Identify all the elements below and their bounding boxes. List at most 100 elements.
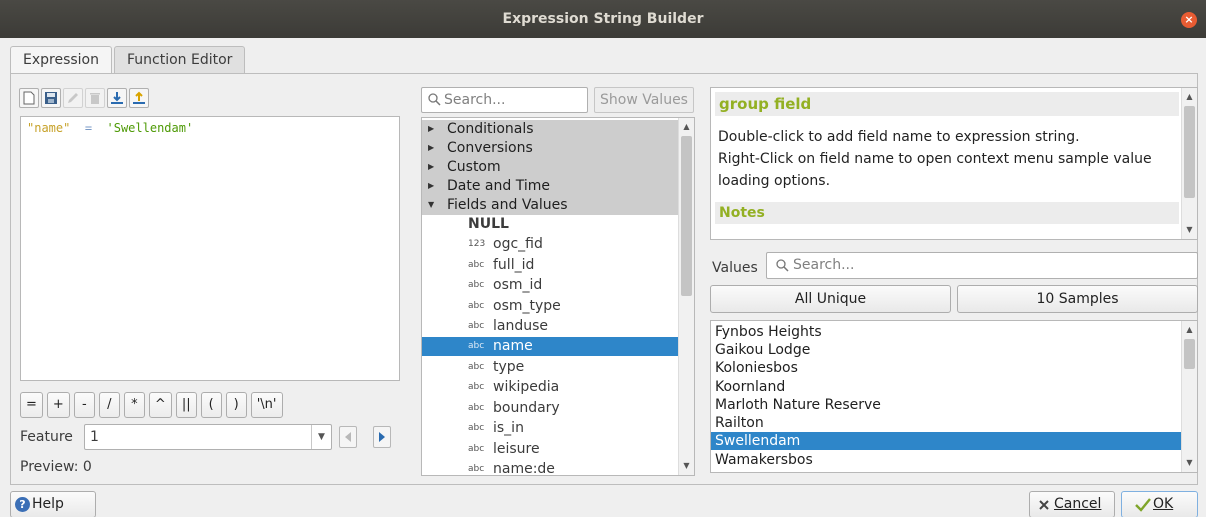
expand-icon[interactable]: ▶ [428,120,434,138]
help-text: Double-click to add field name to expres… [718,129,1152,189]
expand-icon[interactable]: ▶ [428,158,434,176]
function-search-input[interactable]: Search... [421,87,588,113]
list-item[interactable]: Railton [711,414,1183,432]
operator-buttons: = + - / * ^ || ( ) '\n' [20,392,283,418]
ten-samples-button[interactable]: 10 Samples [957,285,1198,313]
scroll-up-icon[interactable]: ▲ [1182,90,1197,104]
tree-group-conditionals[interactable]: ▶ Conditionals [422,120,680,139]
previous-feature-button[interactable] [339,426,357,448]
scroll-down-icon[interactable]: ▼ [1182,223,1197,237]
checkmark-icon [1135,497,1151,512]
help-notes-heading: Notes [715,202,1179,224]
tree-item-field[interactable]: abc osm_id [422,276,680,295]
tree-item-field-selected[interactable]: abc name [422,337,680,356]
list-item[interactable]: Marloth Nature Reserve [711,396,1183,414]
list-item[interactable]: Koornland [711,378,1183,396]
editor-string-token: 'Swellendam' [106,121,194,135]
operator-multiply-button[interactable]: * [123,392,145,418]
help-scrollbar[interactable]: ▲ ▼ [1181,88,1197,239]
arrow-right-icon [379,432,385,442]
preview-value: 0 [82,459,92,475]
tree-item-null[interactable]: NULL [422,215,680,234]
tree-item-field[interactable]: abc osm_type [422,297,680,316]
feature-value: 1 [90,429,99,445]
list-item[interactable]: Fynbos Heights [711,323,1183,341]
operator-minus-button[interactable]: - [73,392,95,418]
function-tree: ▶ Conditionals ▶ Conversions ▶ Custom ▶ Date… [421,117,695,476]
feature-combo[interactable]: 1 ▼ [84,424,332,450]
window-title: Expression String Builder [502,11,704,27]
operator-concat-button[interactable]: || [175,392,197,418]
tree-group-date-and-time[interactable]: ▶ Date and Time [422,177,680,196]
help-title: group field [715,92,1179,116]
operator-newline-button[interactable]: '\n' [250,392,283,418]
feature-label: Feature [20,429,73,445]
scroll-thumb[interactable] [1184,106,1195,198]
tree-item-field[interactable]: abc is_in [422,419,680,438]
scroll-up-icon[interactable]: ▲ [679,120,694,134]
tree-item-field[interactable]: abc landuse [422,317,680,336]
list-item[interactable]: Wamakersbos [711,451,1183,469]
values-search-placeholder: Search... [793,257,855,273]
editor-field-token: "name" [27,121,71,135]
tree-item-field[interactable]: abc full_id [422,256,680,275]
values-search-input[interactable]: Search... [766,252,1198,279]
chevron-down-icon[interactable]: ▼ [311,425,331,449]
close-icon [1039,499,1049,510]
tree-item-field[interactable]: abc wikipedia [422,378,680,397]
new-file-icon[interactable] [19,88,39,108]
close-button[interactable]: × [1181,12,1197,28]
tree-item-field[interactable]: abc leisure [422,440,680,459]
arrow-left-icon [345,432,351,442]
ok-button-label: OK [1153,496,1174,512]
tree-item-field[interactable]: abc name:de [422,460,680,475]
import-icon[interactable] [107,88,127,108]
operator-equals-button[interactable]: = [20,392,43,418]
list-item-selected[interactable]: Swellendam [711,432,1183,450]
search-icon [776,259,789,272]
values-scrollbar[interactable]: ▲ ▼ [1181,321,1197,472]
help-button[interactable]: ? Help [10,491,96,517]
show-values-button[interactable]: Show Values [594,87,694,113]
tab-function-editor[interactable]: Function Editor [114,46,246,74]
operator-plus-button[interactable]: + [46,392,70,418]
list-item[interactable]: Koloniesbos [711,359,1183,377]
operator-close-paren-button[interactable]: ) [225,392,247,418]
expression-toolbar [19,88,149,108]
next-feature-button[interactable] [373,426,391,448]
tree-group-fields-and-values[interactable]: ▼ Fields and Values [422,196,680,215]
function-tree-scrollbar[interactable]: ▲ ▼ [678,118,694,475]
expression-editor[interactable]: "name" = 'Swellendam' [20,116,400,381]
save-icon[interactable] [41,88,61,108]
cancel-button[interactable]: Cancel [1029,491,1115,517]
preview-text: Preview: 0 [20,459,92,475]
scroll-down-icon[interactable]: ▼ [1182,456,1197,470]
tree-group-conversions[interactable]: ▶ Conversions [422,139,680,158]
tab-expression[interactable]: Expression [10,46,112,75]
collapse-icon[interactable]: ▼ [428,196,434,214]
help-panel: group field Double-click to add field na… [710,87,1198,240]
scroll-down-icon[interactable]: ▼ [679,459,694,473]
preview-label: Preview: [20,459,79,475]
export-icon[interactable] [129,88,149,108]
operator-open-paren-button[interactable]: ( [200,392,222,418]
ok-button[interactable]: OK [1121,491,1198,517]
values-label: Values [712,260,758,276]
scroll-thumb[interactable] [681,136,692,296]
tree-item-field[interactable]: abc boundary [422,399,680,418]
operator-divide-button[interactable]: / [98,392,120,418]
edit-icon[interactable] [63,88,83,108]
list-item[interactable]: Gaikou Lodge [711,341,1183,359]
search-icon [428,93,441,106]
tree-item-field[interactable]: abc type [422,358,680,377]
tree-group-custom[interactable]: ▶ Custom [422,158,680,177]
tree-item-field[interactable]: 123 ogc_fid [422,235,680,254]
scroll-up-icon[interactable]: ▲ [1182,323,1197,337]
delete-icon[interactable] [85,88,105,108]
editor-operator-token: = [84,121,93,135]
scroll-thumb[interactable] [1184,339,1195,369]
all-unique-button[interactable]: All Unique [710,285,951,313]
expand-icon[interactable]: ▶ [428,177,434,195]
expand-icon[interactable]: ▶ [428,139,434,157]
operator-power-button[interactable]: ^ [148,392,172,418]
